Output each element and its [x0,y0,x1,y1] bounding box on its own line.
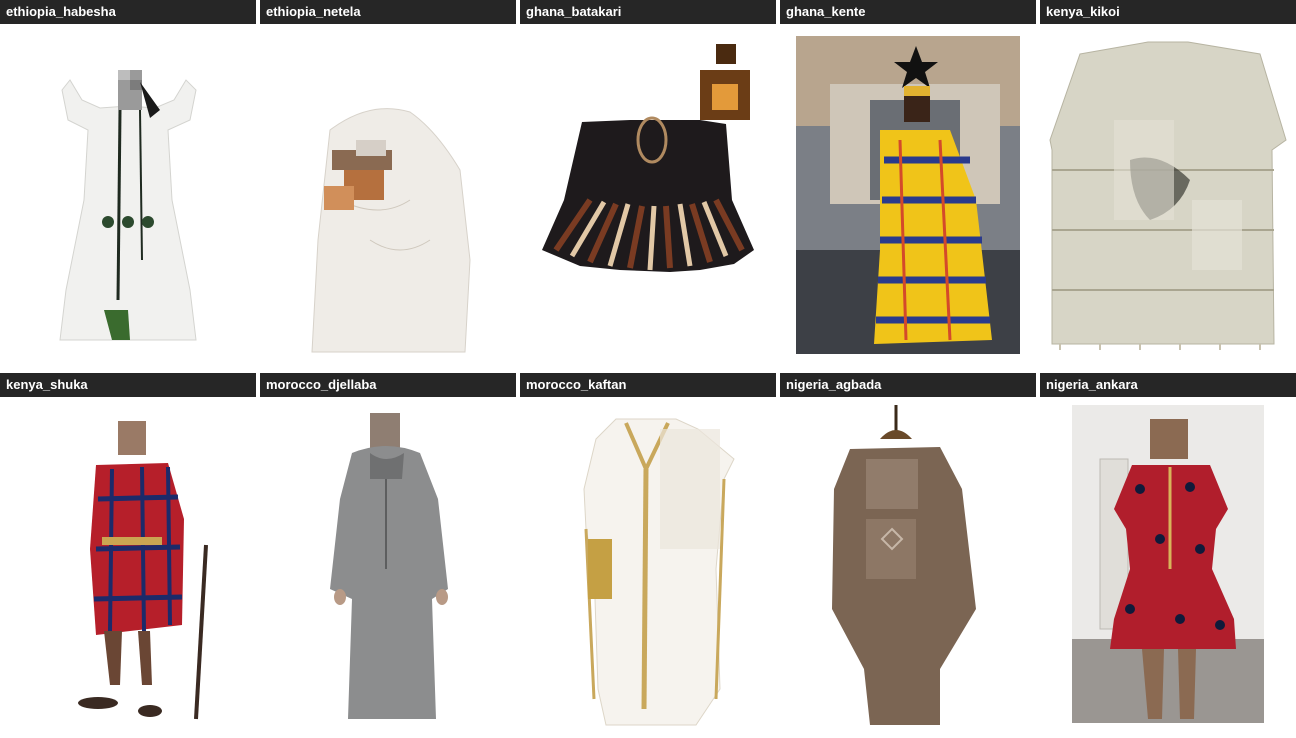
morocco-djellaba-image [330,413,448,719]
gallery-tile-ghana-kente[interactable]: ghana_kente [780,0,1036,369]
gallery-tile-ghana-batakari[interactable]: ghana_batakari [520,0,776,369]
ethiopia-habesha-image [59,70,197,341]
gallery-tile-nigeria-ankara[interactable]: nigeria_ankara [1040,369,1296,738]
nigeria-ankara-image [1072,405,1264,723]
garment-gallery: ethiopia_habesha ethiopia_netela ghana_b… [0,0,1296,738]
ghana-batakari-image [542,44,754,272]
ghana-kente-image [796,36,1020,354]
kenya-kikoi-image [1049,41,1287,350]
ethiopia-netela-image [311,108,471,353]
nigeria-agbada-image [832,405,976,725]
gallery-tile-morocco-kaftan[interactable]: morocco_kaftan [520,369,776,738]
gallery-tile-kenya-shuka[interactable]: kenya_shuka [0,369,256,738]
gallery-tile-ethiopia-netela[interactable]: ethiopia_netela [260,0,516,369]
gallery-tile-morocco-djellaba[interactable]: morocco_djellaba [260,369,516,738]
morocco-kaftan-image [583,418,735,726]
kenya-shuka-image [78,421,208,720]
gallery-tile-ethiopia-habesha[interactable]: ethiopia_habesha [0,0,256,369]
gallery-tile-kenya-kikoi[interactable]: kenya_kikoi [1040,0,1296,369]
gallery-tile-nigeria-agbada[interactable]: nigeria_agbada [780,369,1036,738]
